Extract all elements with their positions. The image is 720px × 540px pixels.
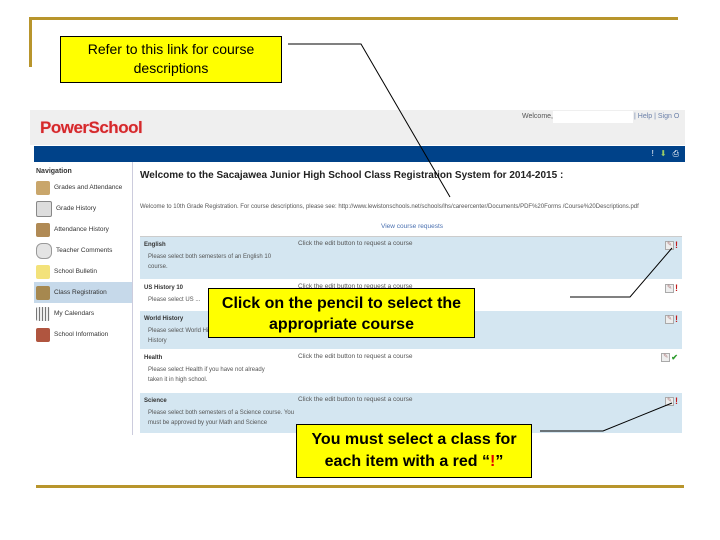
navigation-sidebar: Navigation Grades and Attendance Grade H…	[34, 162, 133, 435]
intro-text: Welcome to 10th Grade Registration. For …	[140, 204, 639, 210]
alert-icon[interactable]: !	[652, 149, 654, 159]
slide-top-rule	[29, 17, 678, 20]
sidebar-item-grade-history[interactable]: Grade History	[34, 198, 132, 219]
sidebar-item-class-registration[interactable]: Class Registration	[34, 282, 132, 303]
attendance-icon	[36, 222, 50, 237]
slide-left-rule	[29, 17, 32, 67]
bulletin-icon	[36, 264, 50, 279]
edit-pencil-icon[interactable]: ✎	[665, 396, 674, 406]
print-icon[interactable]: ⎙	[673, 149, 679, 159]
edit-pencil-icon[interactable]: ✎	[665, 314, 674, 324]
callout-course-link: Refer to this link for course descriptio…	[60, 36, 282, 83]
callout-red-mark: You must select a class for each item wi…	[296, 424, 532, 478]
help-signout-links[interactable]: | Help | Sign O	[634, 113, 679, 120]
sidebar-item-my-calendars[interactable]: My Calendars	[34, 303, 132, 324]
calendar-icon	[36, 306, 50, 321]
sidebar-item-school-information[interactable]: School Information	[34, 324, 132, 345]
sidebar-item-school-bulletin[interactable]: School Bulletin	[34, 261, 132, 282]
app-header: PowerSchool Welcome, | Help | Sign O	[30, 110, 685, 145]
required-exclamation-icon: !	[675, 240, 678, 250]
sidebar-title: Navigation	[36, 168, 72, 175]
sidebar-item-teacher-comments[interactable]: Teacher Comments	[34, 240, 132, 261]
powerschool-logo: PowerSchool	[40, 118, 143, 137]
powerschool-screenshot: PowerSchool Welcome, | Help | Sign O ! ⬇…	[30, 110, 720, 435]
required-exclamation-icon: !	[675, 314, 678, 324]
completed-check-icon: ✔	[671, 353, 678, 362]
sidebar-item-grades-attendance[interactable]: Grades and Attendance	[34, 177, 132, 198]
slide-bottom-rule	[36, 485, 684, 488]
required-exclamation-icon: !	[675, 283, 678, 293]
course-row-health: Health Please select Health if you have …	[140, 350, 682, 393]
welcome-label: Welcome,	[522, 113, 553, 120]
grade-history-icon	[36, 200, 52, 217]
user-name-field	[553, 111, 633, 123]
course-row-english: English Please select both semesters of …	[140, 237, 682, 280]
download-icon[interactable]: ⬇	[660, 149, 667, 159]
view-course-requests-link[interactable]: View course requests	[381, 223, 443, 230]
edit-pencil-icon[interactable]: ✎	[665, 240, 674, 250]
edit-pencil-icon[interactable]: ✎	[665, 283, 674, 293]
callout-pencil: Click on the pencil to select the approp…	[208, 288, 475, 338]
school-icon	[36, 327, 50, 342]
registration-icon	[36, 285, 50, 300]
page-title: Welcome to the Sacajawea Junior High Sch…	[140, 170, 564, 181]
comments-icon	[36, 242, 52, 259]
sidebar-item-attendance-history[interactable]: Attendance History	[34, 219, 132, 240]
top-nav-bar: ! ⬇ ⎙	[34, 146, 685, 162]
grades-icon	[36, 180, 50, 195]
required-exclamation-icon: !	[675, 396, 678, 406]
edit-pencil-icon[interactable]: ✎	[661, 353, 671, 362]
